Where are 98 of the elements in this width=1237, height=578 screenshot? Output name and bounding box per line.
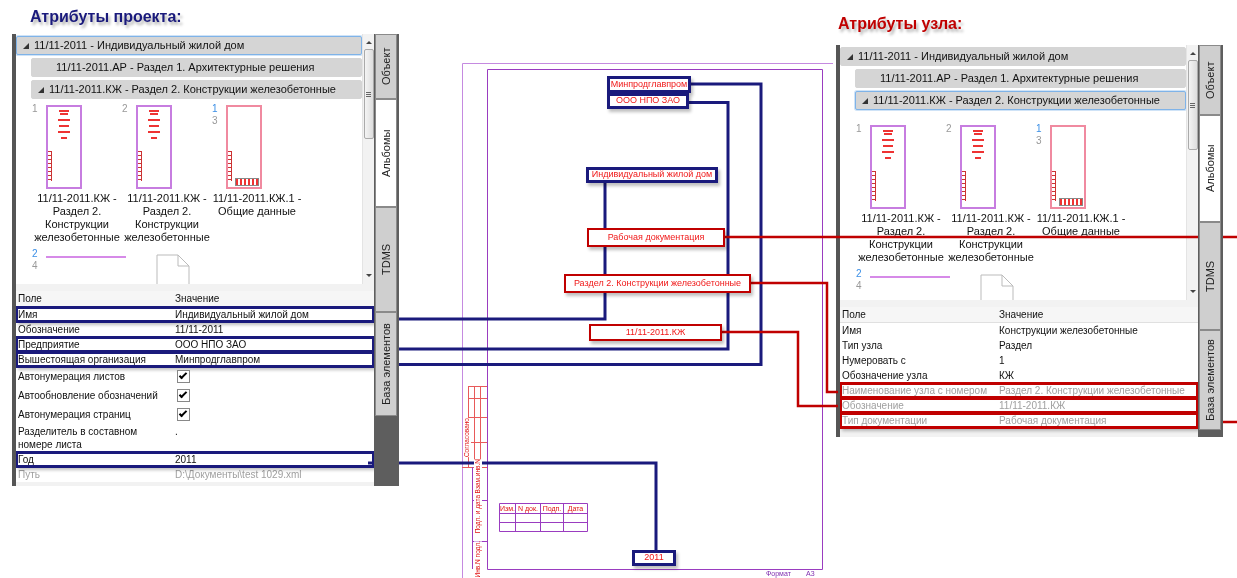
field-value: 1 [998,354,1006,368]
field-value: Индивидуальный жилой дом [174,308,310,322]
field-value: КЖ [998,369,1016,383]
callout-label: Раздел 2. Конструкции железобетонные [564,274,751,293]
checkbox[interactable] [177,370,190,383]
scroll-down-icon[interactable] [365,274,372,277]
field-label: Разделитель в составном номере листа [17,425,139,452]
expander-icon[interactable] [38,86,44,93]
sheet-number: 1 [212,103,219,115]
tree-item[interactable]: 11/11-2011.АР - Раздел 1. Архитектурные решения [31,58,362,77]
sheet-number: 1 [1036,123,1043,135]
sheet-number: 4 [856,280,863,292]
side-tab[interactable]: База элементов [375,312,397,416]
sheet-caption: 11/11-2011.КЖ.1 - Общие данные [1036,212,1126,238]
page-thumbnail[interactable] [46,256,126,259]
field-value: Конструкции железобетонные [998,324,1139,338]
field-value: Минпродглавпром [174,353,262,367]
sheet-number: 1 [856,123,863,135]
sheet-number: 2 [32,248,39,260]
column-header: Поле [17,292,43,306]
tree-item[interactable]: 11/11-2011 - Индивидуальный жилой дом [840,47,1186,66]
field-label: Обозначение [841,399,905,413]
field-label: Обозначение узла [841,369,929,383]
page-thumbnail[interactable] [870,125,906,209]
side-tab[interactable]: Альбомы [1199,115,1221,222]
field-value: Раздел 2. Конструкции железобетонные [998,384,1186,398]
page-thumbnail[interactable] [960,125,996,209]
side-tab[interactable]: Объект [1199,45,1221,115]
field-label: Автонумерация страниц [17,408,132,422]
side-tab[interactable]: TDMS [375,207,397,312]
field-value: ООО НПО ЗАО [174,338,248,352]
scroll-up-icon[interactable] [1189,52,1196,55]
field-value: Рабочая документация [998,414,1108,428]
field-label: Обозначение [17,323,81,337]
field-label: Предприятие [17,338,81,352]
side-tab[interactable]: TDMS [1199,222,1221,330]
callout-label: Рабочая документация [587,228,725,247]
tree-item[interactable]: 11/11-2011.КЖ - Раздел 2. Конструкции железобетонные [31,80,362,99]
sheet-number: 4 [32,260,39,272]
scroll-thumb[interactable] [363,49,374,139]
sheet-number: 1 [32,103,39,115]
field-label: Автонумерация листов [17,370,127,384]
sheet-caption: 11/11-2011.КЖ - Раздел 2. Конструкции железобетонные [123,192,211,244]
page-thumbnail[interactable] [136,105,172,189]
field-label: Вышестоящая организация [17,353,147,367]
panel-title: Атрибуты узла: [838,15,963,33]
checkbox[interactable] [177,389,190,402]
scroll-up-icon[interactable] [365,41,372,44]
field-label: Тип документации [841,414,929,428]
field-label: Год [17,453,35,467]
sheet-number: 2 [122,103,129,115]
side-tab[interactable]: Альбомы [375,99,397,207]
sheet-caption: 11/11-2011.КЖ.1 - Общие данные [212,192,302,218]
expander-icon[interactable] [847,53,853,60]
page-thumbnail[interactable] [226,105,262,189]
tree-item[interactable]: 11/11-2011.АР - Раздел 1. Архитектурные решения [855,69,1186,88]
column-header: Значение [174,292,221,306]
callout-label: 11/11-2011.КЖ [589,324,722,341]
scrollbar[interactable] [362,34,374,284]
callout-label: 2011 [632,550,676,566]
field-label: Нумеровать с [841,354,907,368]
panel-title: Атрибуты проекта: [30,8,182,26]
page-thumbnail[interactable] [870,276,950,279]
field-value: 11/11-2011 [174,323,225,337]
sheet-number: 2 [856,268,863,280]
field-label: Путь [17,468,41,482]
side-tab[interactable]: Объект [375,34,397,99]
field-value: Раздел [998,339,1034,353]
scroll-down-icon[interactable] [1189,290,1196,293]
field-value: 2011 [174,453,198,467]
field-value: 11/11-2011.КЖ [998,399,1067,413]
callout-label: ООО НПО ЗАО [607,93,689,109]
expander-icon[interactable] [862,97,868,104]
page-thumbnail[interactable] [1050,125,1086,209]
field-label: Наименование узла с номером [841,384,989,398]
column-header: Поле [841,308,867,322]
sheet-number: 2 [946,123,953,135]
field-label: Автообновление обозначений [17,389,159,403]
column-header: Значение [998,308,1045,322]
tree-item[interactable]: 11/11-2011.КЖ - Раздел 2. Конструкции железобетонные [855,91,1186,110]
callout-label: Минпродглавпром [607,76,691,93]
tree-item[interactable]: 11/11-2011 - Индивидуальный жилой дом [16,36,362,55]
checkbox[interactable] [177,408,190,421]
sheet-number: 3 [1036,135,1043,147]
scroll-thumb[interactable] [1187,60,1198,150]
field-value: . [174,425,179,439]
sheet-caption: 11/11-2011.КЖ - Раздел 2. Конструкции железобетонные [947,212,1035,264]
sheet-caption: 11/11-2011.КЖ - Раздел 2. Конструкции железобетонные [33,192,121,244]
callout-label: Индивидуальный жилой дом [586,167,718,183]
field-label: Тип узла [841,339,884,353]
page-thumbnail[interactable] [46,105,82,189]
sheet-number: 3 [212,115,219,127]
field-label: Имя [17,308,39,322]
scrollbar[interactable] [1186,45,1198,300]
sheet-caption: 11/11-2011.КЖ - Раздел 2. Конструкции железобетонные [857,212,945,264]
field-label: Имя [841,324,863,338]
field-value: D:\Документы\test 1029.xml [174,468,303,482]
expander-icon[interactable] [23,42,29,49]
